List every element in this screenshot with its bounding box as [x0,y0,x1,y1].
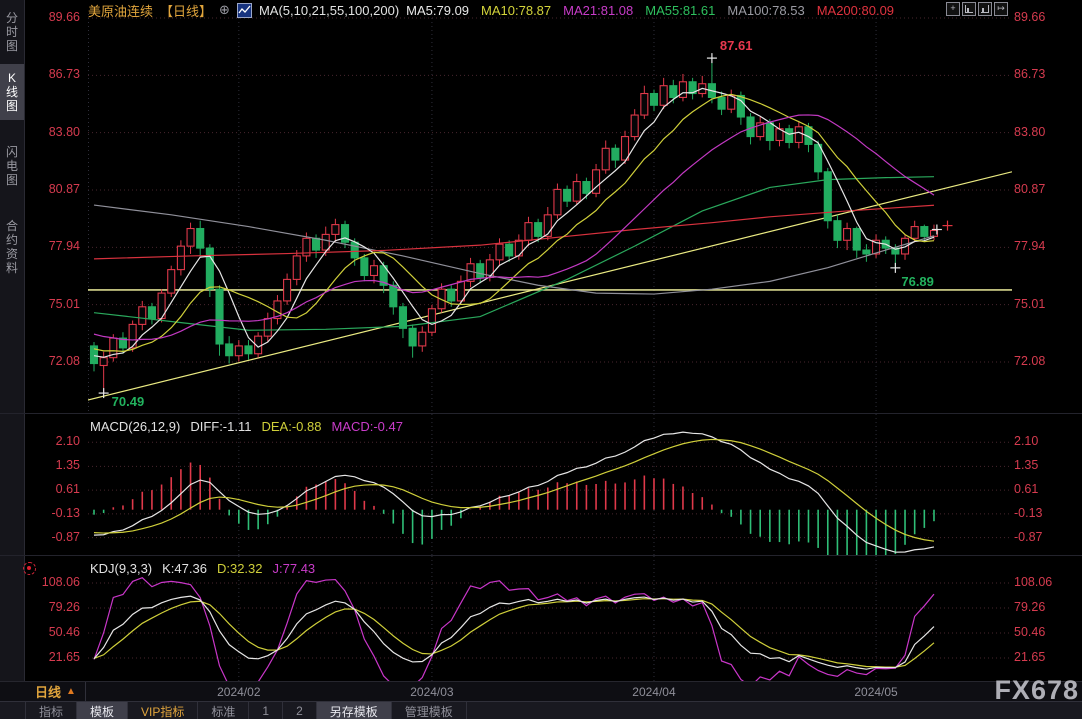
ma-value: MA5:79.09 [406,3,469,18]
toolbar-spacer [0,702,26,719]
price-axis-label-right: 79.26 [1014,600,1074,615]
toolbar-item-模板[interactable]: 模板 [77,702,128,719]
x-axis-month-label: 2024/03 [402,685,462,699]
price-axis-label-right: 50.46 [1014,625,1074,640]
kdj-k-value: K:47.36 [162,561,207,576]
price-axis-label-left: 77.94 [0,239,80,254]
price-axis-label-right: -0.87 [1014,530,1074,545]
price-axis-label-left: 50.46 [0,625,80,640]
bottom-toolbar: 指标模板VIP指标标准12另存模板管理模板 [0,701,1082,719]
main-candlestick-chart[interactable]: 87.61 76.89 70.49 [88,14,1012,414]
price-axis-label-right: 77.94 [1014,239,1074,254]
ma-values: MA5:79.09 MA10:78.87 MA21:81.08 MA55:81.61 M… [406,3,894,18]
macd-panel[interactable] [88,414,1012,556]
price-axis-label-right: -0.13 [1014,506,1074,521]
panel-divider [0,555,1082,556]
price-axis-label-left: 72.08 [0,354,80,369]
kdj-title: KDJ(9,3,3) [90,561,152,576]
add-indicator-icon[interactable]: ⊕ [219,2,230,18]
chart-application: 分时图K线图闪电图合约资料 美原油连续 【日线】 ⊕ MA(5,10,21,55… [0,0,1082,719]
macd-dea-value: DEA:-0.88 [261,419,321,434]
pane-left-axis-icon[interactable] [962,2,976,16]
ma-value: MA200:80.09 [817,3,894,18]
kdj-j-value: J:77.43 [273,561,316,576]
toolbar-item-VIP指标[interactable]: VIP指标 [128,702,198,719]
time-axis-row: 日线 ▲ 2024/02 2024/03 2024/04 2024/05 [0,681,1082,702]
indicator-settings-icon[interactable] [23,562,36,575]
toolbar-item-管理模板[interactable]: 管理模板 [392,702,467,719]
svg-text:87.61: 87.61 [720,38,753,53]
price-axis-label-left: 83.80 [0,125,80,140]
ma-settings-label: MA(5,10,21,55,100,200) [259,3,399,18]
price-axis-label-right: 80.87 [1014,182,1074,197]
x-axis-month-label: 2024/04 [624,685,684,699]
panel-divider [0,413,1082,414]
price-axis-label-left: 80.87 [0,182,80,197]
chart-type-icon[interactable] [237,3,252,18]
svg-text:76.89: 76.89 [901,274,934,289]
period-label: 【日线】 [160,1,212,20]
ma-value: MA100:78.53 [727,3,804,18]
price-axis-label-right: 86.73 [1014,67,1074,82]
collapse-panel-icon[interactable]: ↦ [994,2,1008,16]
macd-diff-value: DIFF:-1.11 [190,419,251,434]
toolbar-item-1[interactable]: 1 [249,702,283,719]
price-axis-label-right: 2.10 [1014,434,1074,449]
macd-hist-value: MACD:-0.47 [331,419,403,434]
ma-value: MA10:78.87 [481,3,551,18]
macd-title: MACD(26,12,9) [90,419,180,434]
ma-value: MA55:81.61 [645,3,715,18]
price-axis-label-left: 79.26 [0,600,80,615]
kdj-header: KDJ(9,3,3) K:47.36 D:32.32 J:77.43 [90,561,315,576]
price-axis-label-left: -0.87 [0,530,80,545]
ma-value: MA21:81.08 [563,3,633,18]
chart-header: 美原油连续 【日线】 ⊕ MA(5,10,21,55,100,200) MA5:… [88,1,894,19]
svg-text:70.49: 70.49 [112,394,145,409]
price-axis-label-right: 75.01 [1014,297,1074,312]
chevron-up-icon: ▲ [66,686,76,697]
pane-right-axis-icon[interactable] [978,2,992,16]
x-axis-month-label: 2024/05 [846,685,906,699]
price-axis-label-left: 1.35 [0,458,80,473]
price-axis-label-left: 2.10 [0,434,80,449]
price-axis-label-right: 1.35 [1014,458,1074,473]
price-axis-label-left: 108.06 [0,575,80,590]
price-axis-label-left: 89.66 [0,10,80,25]
toolbar-item-2[interactable]: 2 [283,702,317,719]
x-axis-month-label: 2024/02 [209,685,269,699]
macd-header: MACD(26,12,9) DIFF:-1.11 DEA:-0.88 MACD:… [90,419,403,434]
price-axis-label-right: 108.06 [1014,575,1074,590]
kdj-d-value: D:32.32 [217,561,263,576]
price-axis-label-left: -0.13 [0,506,80,521]
price-axis-label-right: 89.66 [1014,10,1074,25]
price-axis-label-right: 21.65 [1014,650,1074,665]
price-axis-label-left: 21.65 [0,650,80,665]
toolbar-item-另存模板[interactable]: 另存模板 [317,702,392,719]
toolbar-item-标准[interactable]: 标准 [198,702,249,719]
sidebar-item-label: 闪电图 [5,145,19,187]
price-axis-label-left: 86.73 [0,67,80,82]
move-icon[interactable]: + [946,2,960,16]
toolbar-item-指标[interactable]: 指标 [26,702,77,719]
period-selector-button[interactable]: 日线 ▲ [26,682,86,701]
price-axis-label-right: 0.61 [1014,482,1074,497]
instrument-title: 美原油连续 [88,1,153,20]
chart-toolbar-icons: +↦ [946,2,1008,16]
price-axis-label-left: 0.61 [0,482,80,497]
price-axis-label-right: 83.80 [1014,125,1074,140]
price-axis-label-right: 72.08 [1014,354,1074,369]
price-axis-label-left: 75.01 [0,297,80,312]
fx678-watermark: FX678 [994,675,1079,706]
period-selector-label: 日线 [35,682,61,701]
